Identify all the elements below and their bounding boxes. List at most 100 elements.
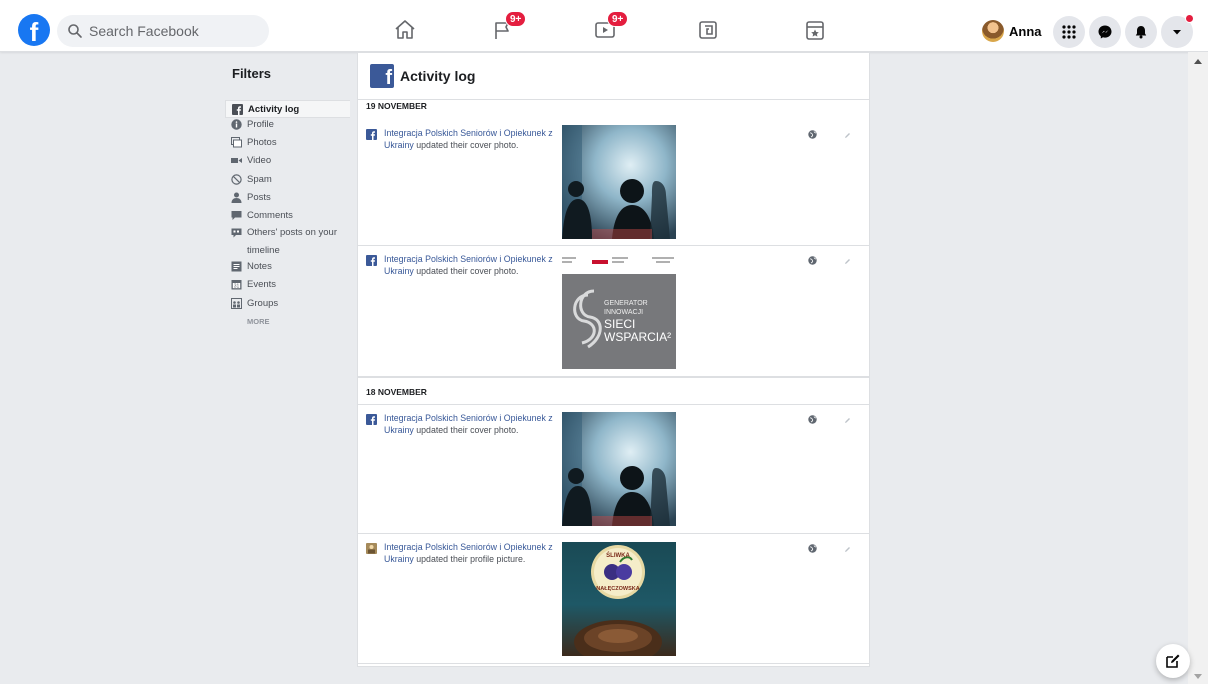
messenger-icon [1098, 25, 1112, 39]
scroll-down-arrow-icon[interactable] [1188, 672, 1208, 682]
star-calendar-icon [806, 21, 824, 40]
filter-label: Others' posts on your timeline [247, 227, 337, 257]
filter-activity-log[interactable]: Activity log [225, 100, 350, 118]
search-box[interactable] [57, 15, 269, 47]
groups-icon [699, 21, 717, 39]
pencil-icon[interactable] [844, 258, 851, 265]
watch-badge: 9+ [607, 11, 629, 27]
comment-icon [231, 210, 242, 220]
graphic-line: SIECI [604, 317, 635, 331]
filter-list: Activity log Profile Photos Video Spam P… [225, 100, 350, 326]
filter-notes[interactable]: Notes [225, 260, 350, 278]
nav-home[interactable] [385, 12, 425, 48]
menu-button[interactable] [1053, 16, 1085, 48]
page-title: Activity log [400, 68, 476, 84]
facebook-logo-icon[interactable]: f [18, 14, 50, 46]
page-scrollbar[interactable] [1188, 52, 1208, 684]
pencil-icon[interactable] [844, 417, 851, 424]
pencil-icon[interactable] [844, 132, 851, 139]
profile-name: Anna [1009, 23, 1042, 39]
concert-photo [562, 125, 676, 239]
filter-video[interactable]: Video [225, 154, 350, 172]
facebook-square-icon [366, 255, 377, 266]
filter-more-link[interactable]: MORE [225, 317, 350, 326]
speech-bubble-icon [231, 228, 242, 238]
concert-photo-thumbnail[interactable] [562, 412, 676, 526]
graphic-line: INNOWACJI [604, 309, 643, 316]
filter-events[interactable]: 31 Events [225, 278, 350, 296]
activity-entry: Integracja Polskich Seniorów i Opiekunek… [358, 120, 869, 246]
filter-others-posts[interactable]: Others' posts on your timeline [225, 227, 350, 260]
pages-badge: 9+ [505, 11, 527, 27]
filter-profile[interactable]: Profile [225, 118, 350, 136]
filters-title: Filters [232, 66, 272, 81]
activity-entry: Integracja Polskich Seniorów i Opiekunek… [358, 246, 869, 377]
account-caret-icon [1173, 30, 1181, 35]
photos-icon [231, 137, 242, 148]
facebook-square-icon [366, 414, 377, 425]
concert-photo-thumbnail[interactable] [562, 125, 676, 239]
entry-text: Integracja Polskich Seniorów i Opiekunek… [384, 253, 562, 278]
facebook-square-icon [232, 104, 243, 115]
facebook-square-icon: f [370, 64, 394, 88]
note-icon [231, 261, 242, 272]
filter-label: Notes [247, 261, 272, 273]
concert-photo [562, 412, 676, 526]
nav-pages[interactable]: 9+ [483, 11, 527, 48]
facebook-square-icon [366, 129, 377, 140]
filter-groups[interactable]: Groups [225, 297, 350, 315]
account-button[interactable] [1161, 14, 1194, 48]
new-message-button[interactable] [1156, 644, 1190, 678]
entry-text: Integracja Polskich Seniorów i Opiekunek… [384, 412, 562, 437]
block-icon [231, 173, 242, 185]
graphic-line: ŚLIWKA [606, 552, 630, 559]
info-circle-icon [231, 119, 242, 130]
account-alert-badge [1185, 14, 1194, 23]
search-input[interactable] [89, 23, 259, 39]
svg-text:31: 31 [234, 284, 240, 290]
filter-label: Posts [247, 191, 271, 203]
filters-sidebar: Filters Activity log Profile Photos Vide… [225, 62, 350, 326]
entry-text: Integracja Polskich Seniorów i Opiekunek… [384, 541, 562, 566]
filter-spam[interactable]: Spam [225, 173, 350, 191]
entry-action: updated their profile picture. [413, 554, 526, 565]
activity-log-panel: f Activity log 19 NOVEMBER Integracja Po… [357, 52, 870, 667]
filter-label: Comments [247, 209, 293, 221]
globe-icon[interactable] [808, 130, 817, 139]
scroll-up-arrow-icon[interactable] [1188, 54, 1208, 68]
filter-photos[interactable]: Photos [225, 136, 350, 154]
profile-chip[interactable]: Anna [982, 20, 1042, 42]
video-camera-icon [231, 158, 242, 164]
entry-text: Integracja Polskich Seniorów i Opiekunek… [384, 127, 562, 152]
generator-graphic-thumbnail[interactable]: GENERATOR INNOWACJI SIECI WSPARCIA² [562, 255, 676, 369]
plum-photo-thumbnail[interactable]: ŚLIWKA NAŁĘCZOWSKA [562, 542, 676, 656]
globe-icon[interactable] [808, 544, 817, 553]
graphic-line: NAŁĘCZOWSKA [596, 586, 639, 592]
profile-picture-icon [366, 543, 377, 554]
top-navigation-bar: f 9+ 9+ Anna [0, 0, 1208, 52]
graphic-line: GENERATOR [604, 300, 648, 307]
person-icon [231, 192, 242, 203]
entry-action: updated their cover photo. [413, 266, 519, 277]
calendar-icon: 31 [231, 280, 242, 290]
pencil-icon[interactable] [844, 546, 851, 553]
activity-entry: Integracja Polskich Seniorów i Opiekunek… [358, 405, 869, 534]
globe-icon[interactable] [808, 256, 817, 265]
day-header: 19 NOVEMBER [358, 100, 869, 120]
nav-watch[interactable]: 9+ [585, 11, 629, 48]
filter-label: Events [247, 279, 277, 291]
notifications-button[interactable] [1125, 16, 1157, 48]
filter-posts[interactable]: Posts [225, 191, 350, 209]
nav-gaming[interactable] [795, 12, 835, 48]
filter-label: Photos [247, 137, 277, 149]
group-icon [231, 297, 242, 309]
filter-label: Activity log [248, 104, 300, 115]
avatar [982, 20, 1004, 42]
search-icon [68, 24, 82, 38]
compose-icon [1166, 654, 1180, 668]
nav-groups[interactable] [688, 12, 728, 48]
messenger-button[interactable] [1089, 16, 1121, 48]
filter-label: Video [247, 155, 272, 167]
generator-graphic: GENERATOR INNOWACJI SIECI WSPARCIA² [562, 255, 676, 369]
globe-icon[interactable] [808, 415, 817, 424]
